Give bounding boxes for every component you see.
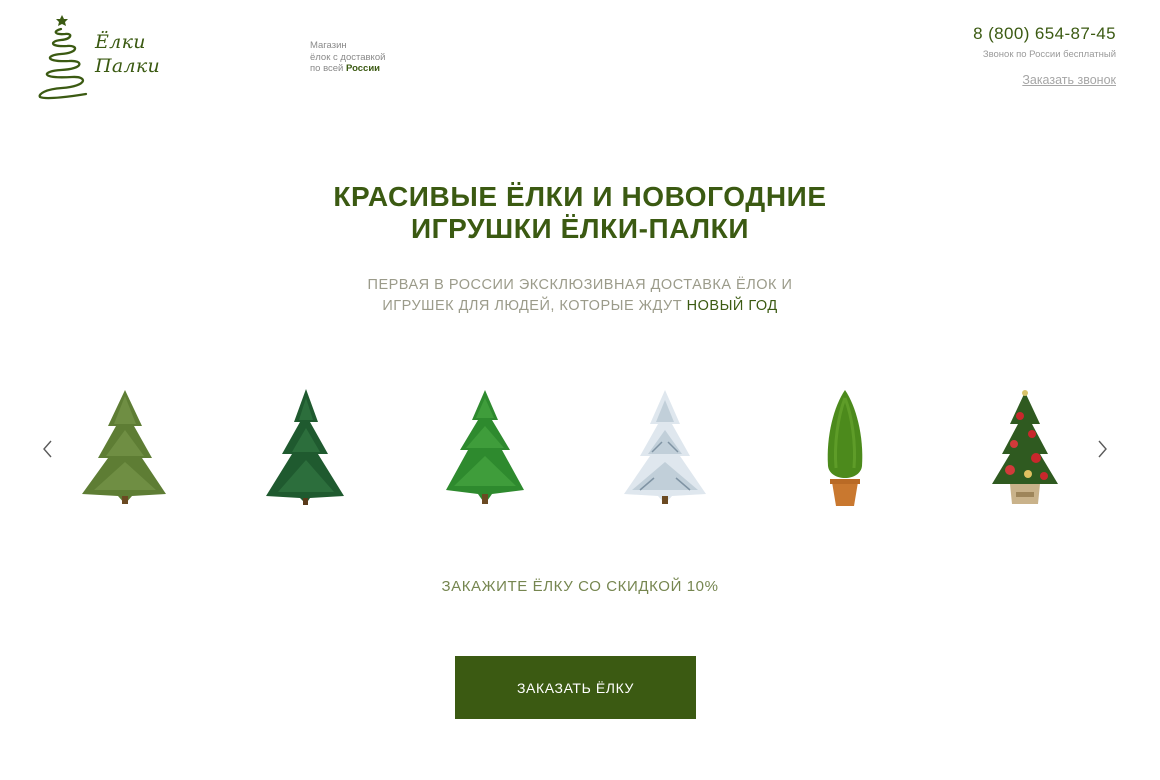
hero-subtitle-line-2-prefix: ИГРУШЕК ДЛЯ ЛЮДЕЙ, КОТОРЫЕ ЖДУТ — [382, 298, 687, 314]
tree-card-potted-topiary[interactable] — [790, 386, 900, 510]
tree-card-decorated-tree[interactable] — [970, 386, 1080, 510]
tagline-line-2: ёлок с доставкой — [310, 51, 386, 63]
dark-pine-tree-image — [266, 389, 344, 505]
hero-title-line-1: КРАСИВЫЕ ЁЛКИ И НОВОГОДНИЕ — [333, 181, 827, 212]
chevron-left-icon — [43, 440, 52, 458]
phone-number-link[interactable]: 8 (800) 654-87-45 — [973, 24, 1116, 44]
hero-subtitle-line-2: ИГРУШЕК ДЛЯ ЛЮДЕЙ, КОТОРЫЕ ЖДУТ НОВЫЙ ГО… — [0, 296, 1160, 317]
tagline-line-3: по всей России — [310, 63, 385, 75]
contacts-block: 8 (800) 654-87-45 Звонок по России беспл… — [973, 24, 1116, 89]
bright-pine-tree-image — [446, 390, 524, 504]
tree-card-dark-pine[interactable] — [250, 386, 360, 510]
discount-text: ЗАКАЖИТЕ ЁЛКУ СО СКИДКОЙ 10% — [441, 578, 719, 595]
hero-title: КРАСИВЫЕ ЁЛКИ И НОВОГОДНИЕ ИГРУШКИ ЁЛКИ-… — [0, 181, 1160, 245]
hero-subtitle-line-1: ПЕРВАЯ В РОССИИ ЭКСКЛЮЗИВНАЯ ДОСТАВКА ЁЛ… — [367, 277, 793, 293]
hero-title-line-2: ИГРУШКИ ЁЛКИ-ПАЛКИ — [410, 213, 750, 244]
green-fir-tree-image — [82, 390, 166, 504]
hero-subtitle: ПЕРВАЯ В РОССИИ ЭКСКЛЮЗИВНАЯ ДОСТАВКА ЁЛ… — [0, 275, 1160, 317]
tagline-line-3-strong: России — [346, 63, 381, 74]
order-tree-button[interactable]: ЗАКАЗАТЬ ЁЛКУ — [455, 656, 696, 719]
tree-card-bright-pine[interactable] — [430, 386, 540, 510]
snow-fir-tree-image — [624, 390, 706, 504]
potted-topiary-tree-image — [827, 390, 863, 506]
shop-tagline: Магазин ёлок с доставкой по всей России — [310, 40, 385, 75]
logo-word-1: Ёлки — [95, 31, 146, 53]
logo-word-2: Палки — [95, 55, 161, 77]
phone-note: Звонок по России бесплатный — [982, 49, 1116, 60]
tree-card-green-fir[interactable] — [70, 386, 180, 510]
tree-card-snow-fir[interactable] — [610, 386, 720, 510]
carousel-prev-button[interactable] — [38, 437, 58, 461]
request-callback-link[interactable]: Заказать звонок — [1022, 73, 1116, 87]
logo[interactable]: Ёлки Палки — [34, 12, 184, 102]
tagline-line-3-prefix: по всей — [310, 63, 346, 74]
tree-spiral-logo-icon — [38, 15, 88, 100]
carousel-next-button[interactable] — [1092, 437, 1112, 461]
tagline-line-1: Магазин — [310, 40, 347, 51]
chevron-right-icon — [1098, 440, 1107, 458]
hero-subtitle-accent: НОВЫЙ ГОД — [686, 298, 778, 314]
decorated-tree-image — [992, 390, 1058, 504]
